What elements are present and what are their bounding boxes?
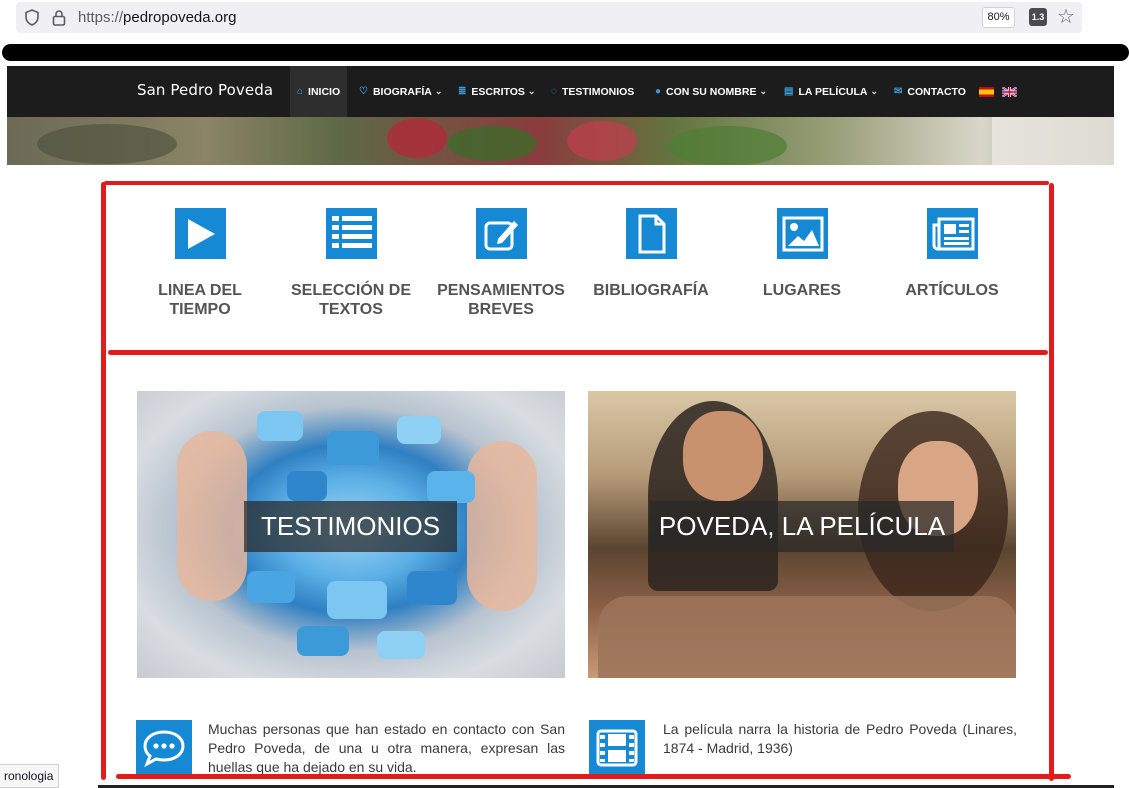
site-brand-link[interactable]: San Pedro Poveda [137,81,273,99]
envelope-icon: ✉ [894,86,903,97]
chevron-down-icon: ⌄ [870,86,879,96]
feature-testimonios-image[interactable]: TESTIMONIOS [137,391,565,678]
nav-label: ESCRITOS [471,85,525,98]
annotation-line [101,182,106,780]
nav-item-testimonios[interactable]: ◌ TESTIMONIOS [551,66,634,117]
url-scheme: https:// [78,9,124,26]
list-icon [326,208,377,259]
nav-item-la-pelicula[interactable]: ▤ LA PELÍCULA ⌄ [784,66,878,117]
uk-flag-icon[interactable] [1002,87,1017,97]
globe-icon: ● [655,86,662,97]
nav-item-biografia[interactable]: ♡ BIOGRAFÍA ⌄ [359,66,442,117]
zoom-level-button[interactable]: 80% [982,7,1015,28]
tile-label: ARTÍCULOS [905,282,999,299]
main-navbar: San Pedro Poveda ⌂ INICIO ♡ BIOGRAFÍA ⌄ ≣ ES… [7,66,1114,117]
spanish-flag-icon[interactable] [979,87,994,97]
bookmark-star-icon[interactable]: ☆ [1057,6,1075,28]
feature-caption[interactable]: TESTIMONIOS [244,501,457,552]
feature-caption[interactable]: POVEDA, LA PELÍCULA [650,501,954,552]
chevron-down-icon: ⌄ [759,86,768,96]
pelicula-description: La película narra la historia de Pedro P… [663,721,1017,756]
nav-item-inicio[interactable]: ⌂ INICIO [290,66,348,117]
chevron-down-icon: ⌄ [527,86,536,96]
play-icon [175,208,226,259]
annotation-line [1049,183,1054,781]
film-icon: ▤ [784,86,794,97]
lock-icon[interactable] [52,9,66,26]
nav-label: INICIO [308,85,341,98]
nav-label: TESTIMONIOS [561,85,635,98]
chevron-down-icon: ⌄ [434,86,443,96]
status-link-preview: ronologia [0,764,60,788]
comment-icon: ◌ [551,86,557,97]
nav-item-con-su-nombre[interactable]: ● CON SU NOMBRE ⌄ [655,66,767,117]
nav-item-contacto[interactable]: ✉ CONTACTO [894,66,966,117]
list-icon: ≣ [458,86,467,97]
testimonios-description: Muchas personas que han estado en contac… [208,721,565,775]
redaction-bar [2,44,1129,61]
newspaper-icon [927,208,978,259]
nav-label: CONTACTO [907,85,966,98]
url-host: pedropoveda.org [123,9,237,26]
nav-label: LA PELÍCULA [798,85,868,98]
shield-icon[interactable] [24,9,40,26]
screenshot: https://pedropoveda.org 80% 1.3 ☆ San Pe… [0,0,1129,788]
heart-icon: ♡ [359,86,368,97]
home-icon: ⌂ [297,86,304,97]
tile-label: LUGARES [762,282,842,299]
nav-item-escritos[interactable]: ≣ ESCRITOS ⌄ [458,66,535,117]
tile-label: LINEA DEL TIEMPO [158,282,242,318]
speech-bubble-icon [136,720,192,776]
address-bar[interactable]: https://pedropoveda.org 80% 1.3 ☆ [16,2,1082,33]
annotation-line [108,350,1048,355]
nav-label: BIOGRAFÍA [372,85,432,98]
extension-icon[interactable]: 1.3 [1029,8,1047,26]
nav-label: CON SU NOMBRE [666,85,757,98]
feature-pelicula-image[interactable]: POVEDA, LA PELÍCULA [588,391,1016,678]
annotation-line [116,774,1071,779]
tile-label: PENSAMIENTOS BREVES [437,282,565,318]
edit-icon [476,208,527,259]
document-icon [626,208,677,259]
tile-label: SELECCIÓN DE TEXTOS [290,282,411,318]
url-text[interactable]: https://pedropoveda.org [78,9,236,26]
tile-label: BIBLIOGRAFÍA [593,282,709,299]
annotation-line [104,181,1049,185]
film-strip-icon [589,720,645,776]
image-icon [777,208,828,259]
